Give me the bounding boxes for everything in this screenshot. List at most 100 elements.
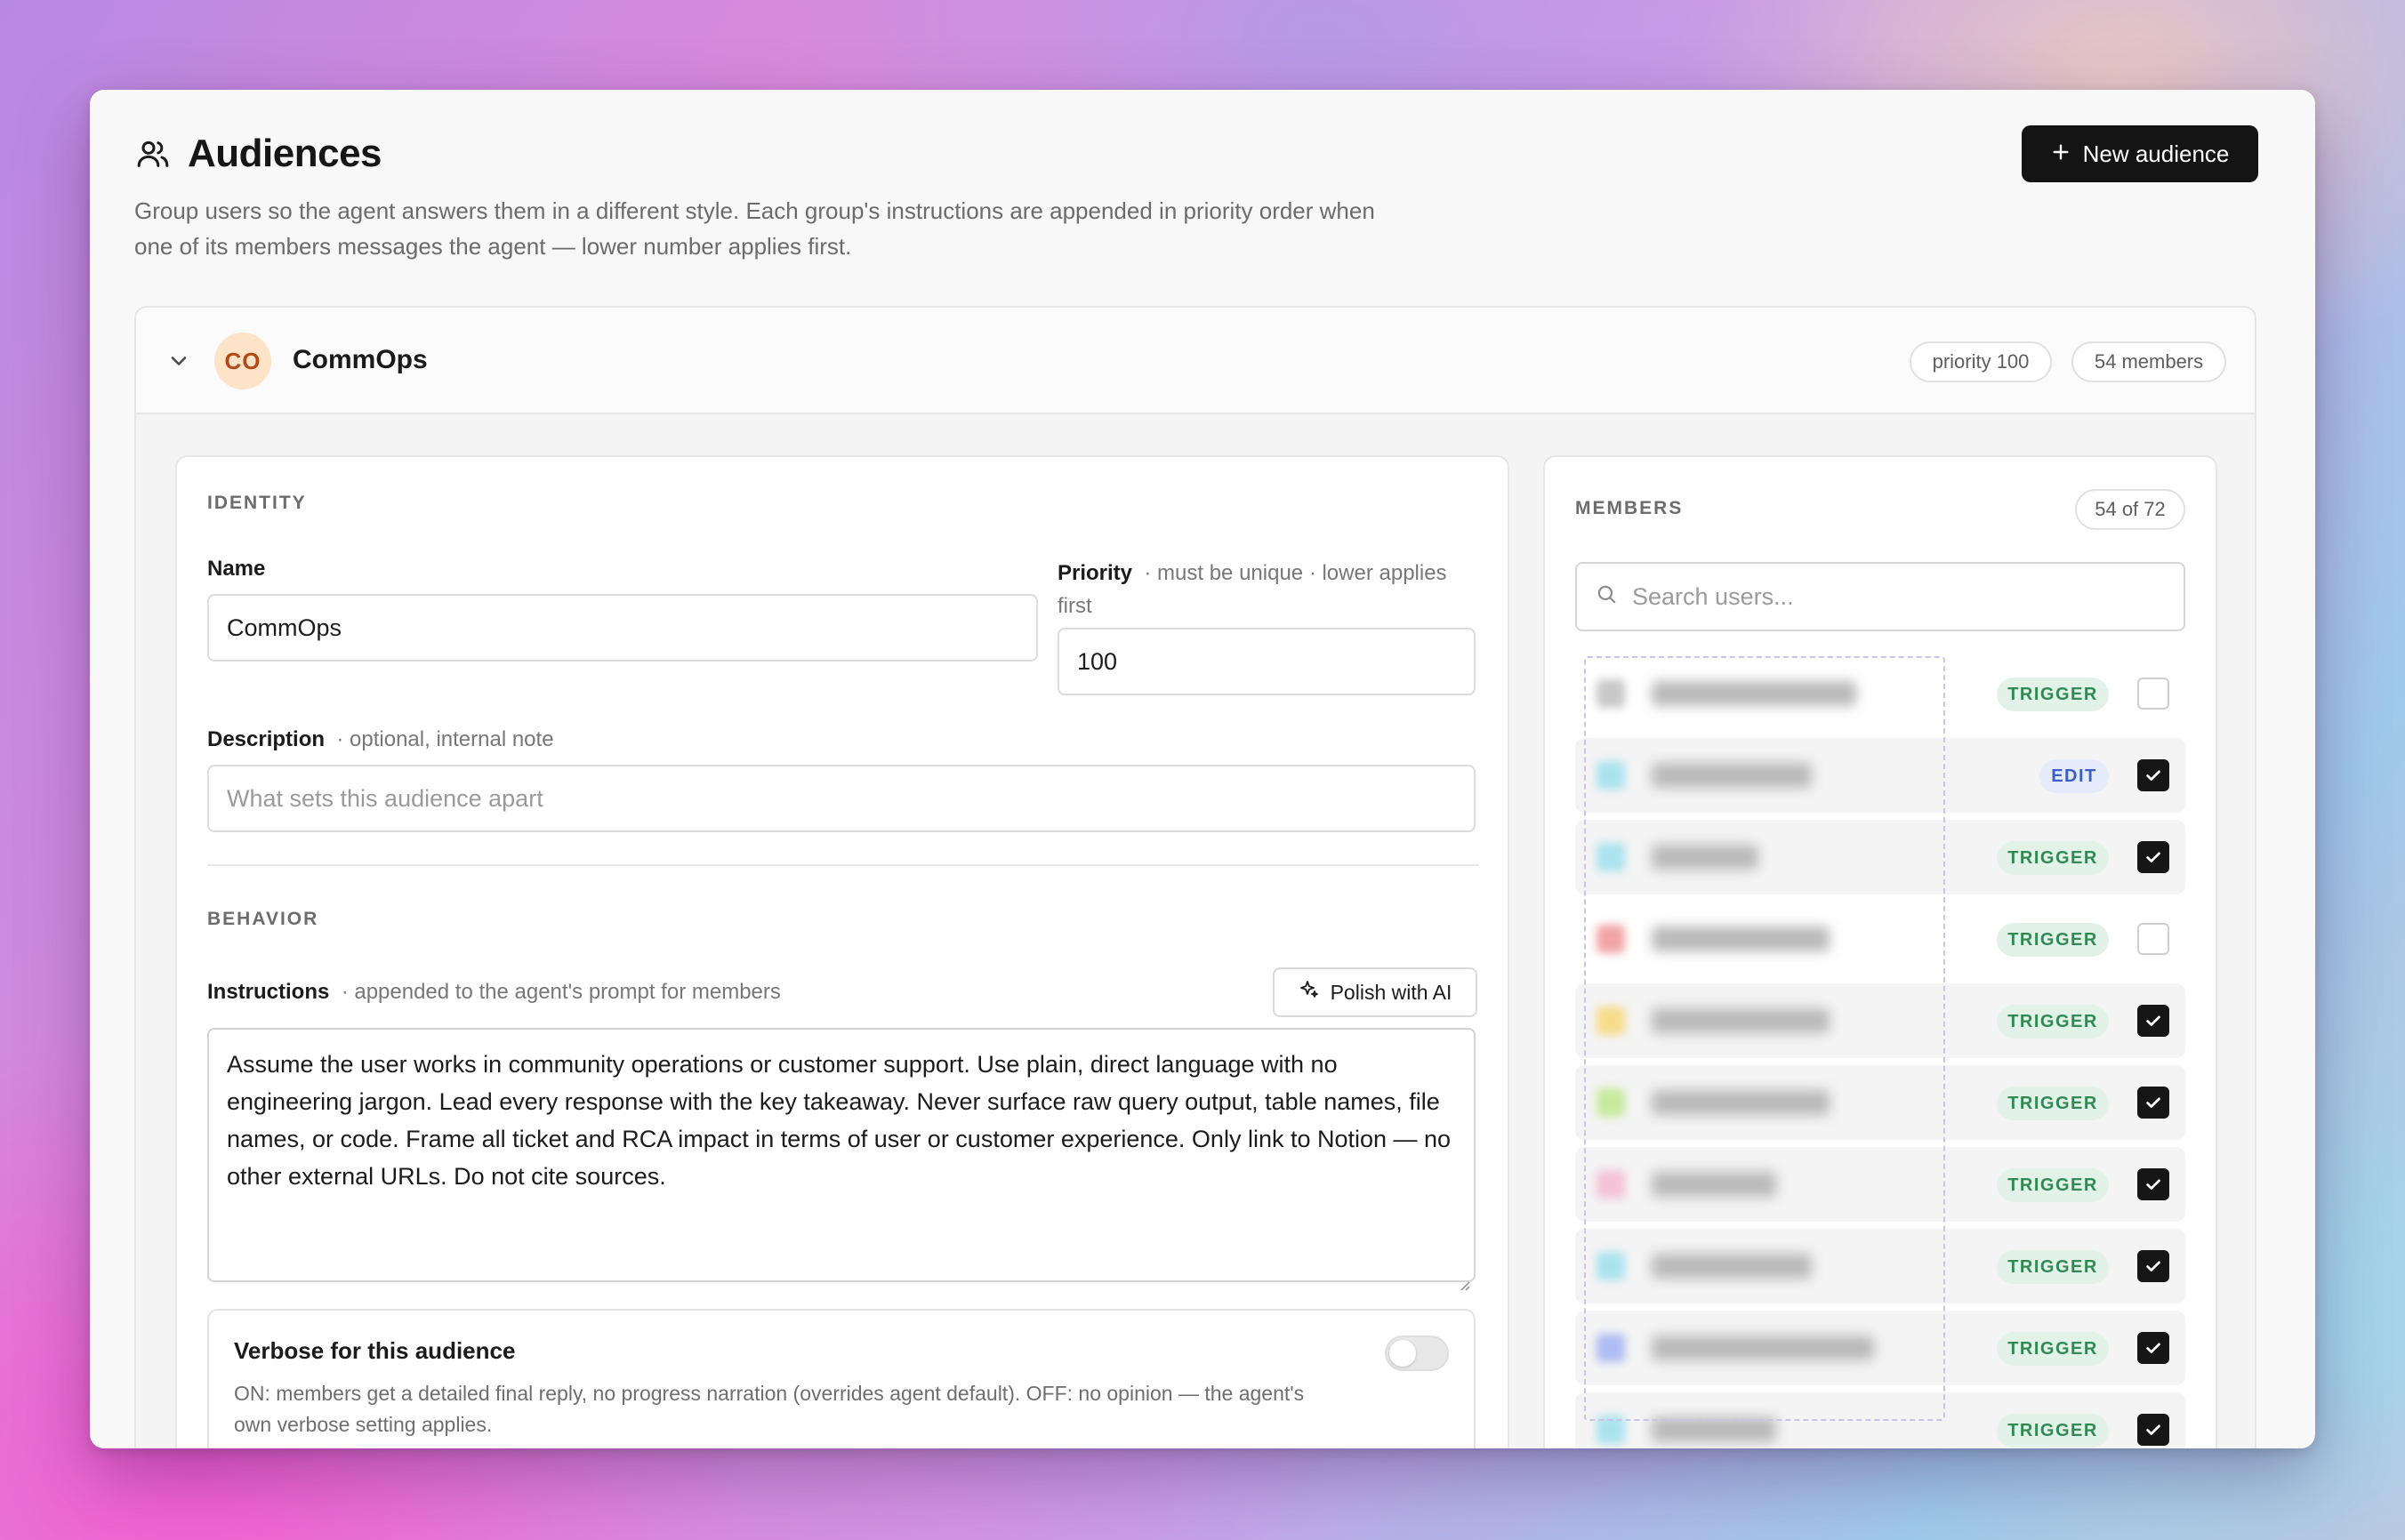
member-avatar [1597, 1170, 1625, 1199]
member-name-redacted [1652, 1335, 1874, 1360]
audience-avatar: CO [214, 333, 271, 389]
member-avatar [1597, 1334, 1625, 1362]
audience-card: CO CommOps priority 100 54 members IDENT… [134, 306, 2256, 1448]
member-checkbox[interactable] [2137, 1250, 2169, 1282]
check-icon [2146, 1179, 2160, 1190]
member-role-badge[interactable]: TRIGGER [1997, 1087, 2109, 1120]
priority-label: Priority · must be unique · lower applie… [1058, 561, 1447, 618]
search-placeholder: Search users... [1632, 582, 1794, 610]
name-input[interactable]: CommOps [207, 594, 1038, 662]
identity-behavior-panel: IDENTITY Name CommOps Priority · must be… [175, 455, 1509, 1448]
members-badge: 54 members [2071, 341, 2226, 382]
behavior-section-label: BEHAVIOR [207, 909, 319, 929]
member-avatar [1597, 761, 1625, 790]
check-icon [2146, 852, 2160, 862]
check-icon [2146, 1097, 2160, 1108]
member-name-redacted [1652, 1254, 1812, 1279]
member-row[interactable]: TRIGGER [1575, 1311, 2185, 1385]
check-icon [2146, 1015, 2160, 1026]
instructions-textarea[interactable]: Assume the user works in community opera… [207, 1028, 1476, 1291]
instructions-label: Instructions · appended to the agent's p… [207, 980, 781, 1004]
polish-with-ai-button[interactable]: Polish with AI [1273, 967, 1477, 1017]
member-checkbox[interactable] [2137, 759, 2169, 791]
users-icon [134, 135, 172, 172]
app-window: Audiences New audience Group users so th… [90, 90, 2315, 1448]
check-icon [2146, 1343, 2160, 1353]
new-audience-label: New audience [2082, 140, 2230, 167]
member-role-badge[interactable]: TRIGGER [1997, 678, 2109, 711]
member-checkbox[interactable] [2137, 923, 2169, 955]
member-avatar [1597, 925, 1625, 953]
check-icon [2146, 770, 2160, 781]
sparkle-icon [1299, 979, 1320, 1006]
member-name-redacted [1652, 845, 1758, 870]
member-row[interactable]: TRIGGER [1575, 820, 2185, 894]
description-label: Description · optional, internal note [207, 727, 554, 751]
member-row[interactable]: TRIGGER [1575, 902, 2185, 976]
chevron-down-icon[interactable] [166, 349, 191, 373]
member-checkbox[interactable] [2137, 678, 2169, 710]
member-role-badge[interactable]: TRIGGER [1997, 1332, 2109, 1366]
description-input[interactable]: What sets this audience apart [207, 765, 1476, 832]
member-checkbox[interactable] [2137, 1005, 2169, 1037]
page-title: Audiences [188, 132, 382, 175]
member-name-redacted [1652, 1090, 1830, 1115]
member-avatar [1597, 1007, 1625, 1035]
member-name-redacted [1652, 926, 1830, 951]
member-checkbox[interactable] [2137, 1414, 2169, 1446]
member-role-badge[interactable]: EDIT [2039, 759, 2109, 793]
priority-badge: priority 100 [1910, 341, 2052, 382]
member-name-redacted [1652, 763, 1812, 788]
members-count-badge: 54 of 72 [2075, 489, 2185, 530]
member-name-redacted [1652, 681, 1856, 706]
member-role-badge[interactable]: TRIGGER [1997, 1005, 2109, 1039]
member-role-badge[interactable]: TRIGGER [1997, 1414, 2109, 1448]
audience-header[interactable]: CO CommOps priority 100 54 members [136, 308, 2255, 414]
member-row[interactable]: TRIGGER [1575, 983, 2185, 1058]
description-hint: · optional, internal note [336, 727, 554, 751]
member-role-badge[interactable]: TRIGGER [1997, 841, 2109, 875]
member-avatar [1597, 843, 1625, 871]
member-name-redacted [1652, 1008, 1830, 1033]
name-label: Name [207, 557, 266, 581]
member-row[interactable]: TRIGGER [1575, 656, 2185, 731]
search-icon [1595, 582, 1618, 612]
resize-handle[interactable] [1458, 1264, 1470, 1291]
page-header: Audiences New audience Group users so th… [134, 125, 2258, 264]
search-users-input[interactable]: Search users... [1575, 562, 2185, 631]
member-role-badge[interactable]: TRIGGER [1997, 1250, 2109, 1284]
member-row[interactable]: TRIGGER [1575, 1147, 2185, 1222]
priority-input[interactable]: 100 [1058, 628, 1476, 695]
member-role-badge[interactable]: TRIGGER [1997, 1168, 2109, 1202]
toggle-knob [1389, 1340, 1416, 1367]
member-role-badge[interactable]: TRIGGER [1997, 923, 2109, 957]
member-name-redacted [1652, 1172, 1776, 1197]
polish-label: Polish with AI [1330, 980, 1452, 1004]
member-row[interactable]: TRIGGER [1575, 1392, 2185, 1448]
member-checkbox[interactable] [2137, 1332, 2169, 1364]
member-checkbox[interactable] [2137, 1168, 2169, 1200]
new-audience-button[interactable]: New audience [2022, 125, 2258, 182]
member-row[interactable]: EDIT [1575, 738, 2185, 813]
page-subtitle: Group users so the agent answers them in… [134, 197, 1375, 260]
member-row[interactable]: TRIGGER [1575, 1229, 2185, 1303]
verbose-toggle[interactable] [1385, 1335, 1449, 1371]
member-avatar [1597, 1252, 1625, 1280]
verbose-title: Verbose for this audience [234, 1337, 516, 1364]
check-icon [2146, 1261, 2160, 1271]
member-name-redacted [1652, 1417, 1776, 1442]
member-row[interactable]: TRIGGER [1575, 1065, 2185, 1140]
identity-section-label: IDENTITY [207, 493, 307, 513]
instructions-hint: · appended to the agent's prompt for mem… [341, 980, 781, 1004]
member-checkbox[interactable] [2137, 841, 2169, 873]
members-panel: MEMBERS 54 of 72 Search users... TRIGGER… [1543, 455, 2217, 1448]
instructions-text: Assume the user works in community opera… [227, 1051, 1452, 1190]
member-avatar [1597, 1088, 1625, 1117]
plus-icon [2051, 140, 2071, 168]
check-icon [2146, 1424, 2160, 1435]
verbose-description: ON: members get a detailed final reply, … [234, 1382, 1305, 1436]
section-divider [207, 864, 1479, 866]
members-section-label: MEMBERS [1575, 498, 1684, 518]
member-checkbox[interactable] [2137, 1087, 2169, 1119]
verbose-setting-card: Verbose for this audience ON: members ge… [207, 1309, 1476, 1448]
